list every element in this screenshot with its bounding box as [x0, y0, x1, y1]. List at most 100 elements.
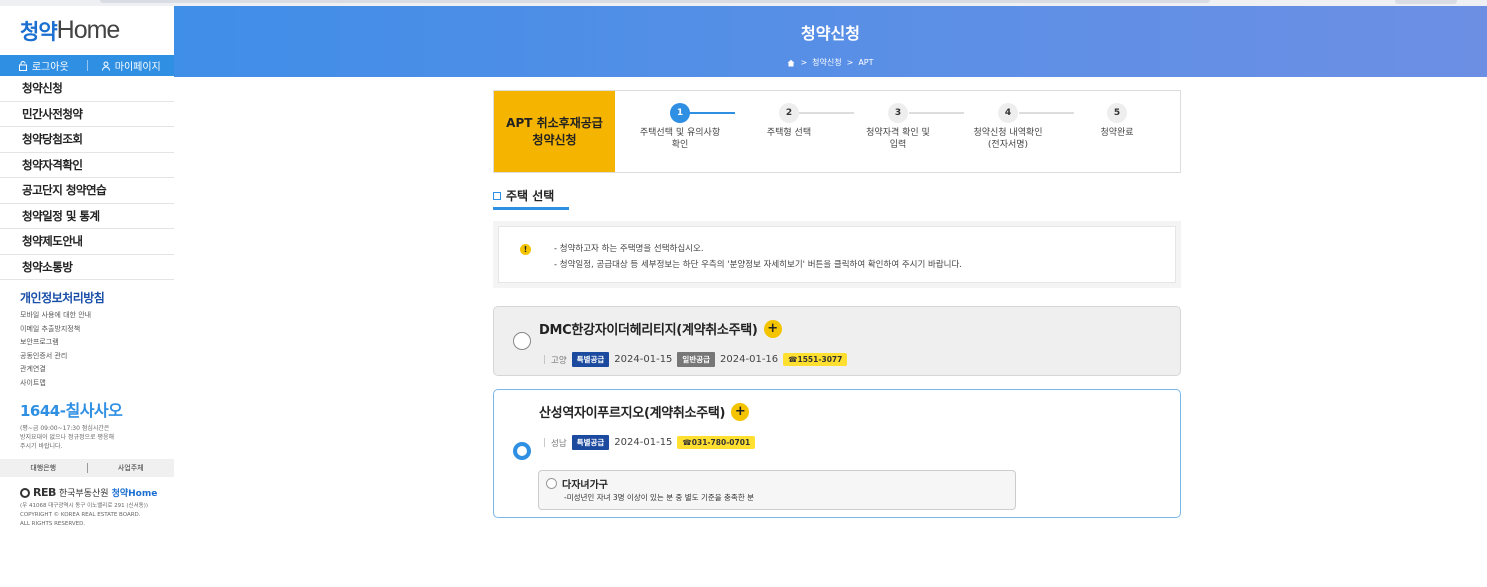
plus-icon[interactable]: +: [731, 402, 750, 421]
call-info-line: 주시기 바랍니다.: [20, 443, 63, 450]
nav-item-pre-sale[interactable]: 민간사전청약: [0, 102, 174, 127]
top-right-button[interactable]: [1395, 0, 1457, 4]
step-4: 4 청약신청 내역확인 (전자서명): [953, 103, 1063, 151]
footer-link-related[interactable]: 관계연결: [20, 363, 174, 377]
step-label: 청약완료: [1062, 127, 1172, 139]
step-label-line: 청약완료: [1100, 128, 1134, 138]
mypage-label: 마이페이지: [114, 62, 161, 73]
step-label-line: 입력: [889, 140, 907, 150]
business-link[interactable]: 사업주체: [88, 463, 175, 473]
apply-type-badge: APT 취소후재공급 청약신청: [494, 91, 615, 172]
reb-org: 한국부동산원: [58, 489, 109, 499]
phone-badge: ☎031-780-0701: [677, 436, 756, 449]
footer-link-security[interactable]: 보안프로그램: [20, 336, 174, 350]
step-1: 1 주택선택 및 유의사항 확인: [625, 103, 735, 151]
sidebar: 청약 Home 로그아웃 마이페이지 청약신청 민간사전청약 청약당첨조회 청약자…: [0, 6, 174, 587]
breadcrumb-item-apply[interactable]: 청약신청: [812, 57, 841, 68]
call-center-info: (평~금 09:00~17:30 점심시간은 방지요대이 없으나 정규정으로 평…: [20, 424, 160, 451]
login-bar: 로그아웃 마이페이지: [0, 55, 174, 76]
supply-option-multichild[interactable]: 다자녀가구 -미성년인 자녀 3명 이상이 있는 분 중 별도 기준을 충족한 …: [538, 470, 1016, 510]
footer-link-mobile[interactable]: 모바일 사용에 대한 안내: [20, 309, 174, 323]
home-icon[interactable]: [787, 59, 795, 67]
section-title: 주택 선택: [493, 187, 554, 204]
badge-line1: APT 취소후재공급: [506, 115, 603, 130]
step-label: 청약자격 확인 및 입력: [843, 127, 953, 151]
main-nav: 청약신청 민간사전청약 청약당첨조회 청약자격확인 공고단지 청약연습 청약일정…: [0, 76, 174, 280]
nav-item-schedule[interactable]: 청약일정 및 통계: [0, 204, 174, 229]
house-region: 고양: [551, 355, 567, 366]
step-number: 1: [670, 103, 690, 123]
nav-item-community[interactable]: 청약소통방: [0, 255, 174, 280]
reb-mark: REB: [33, 486, 56, 499]
bank-link[interactable]: 대행은행: [0, 463, 87, 473]
logo-text: Home: [56, 16, 121, 44]
step-label-line: 주택선택 및 유의사항: [639, 128, 721, 138]
page-title: 청약신청: [801, 24, 860, 43]
footer-link-certificate[interactable]: 공동인증서 관리: [20, 350, 174, 364]
nav-item-practice[interactable]: 공고단지 청약연습: [0, 178, 174, 204]
breadcrumb-item-apt[interactable]: APT: [858, 58, 873, 67]
house-card-sanseong[interactable]: 산성역자이푸르지오(계약취소주택) + | 성남 특별공급 2024-01-15…: [493, 389, 1181, 518]
notice-line: - 청약하고자 하는 주택명을 선택하십시오.: [554, 244, 704, 254]
mypage-button[interactable]: 마이페이지: [88, 58, 175, 73]
general-supply-tag: 일반공급: [677, 352, 716, 367]
step-label-line: 청약신청 내역확인: [973, 128, 1043, 138]
notice-inner: ! - 청약하고자 하는 주택명을 선택하십시오. - 청약일정, 공급대상 등…: [498, 226, 1176, 283]
badge-line2: 청약신청: [532, 132, 577, 147]
lock-icon: [18, 60, 27, 71]
step-label-line: 주택형 선택: [766, 128, 812, 138]
step-number: 3: [888, 103, 908, 123]
house-card-dmc[interactable]: DMC한강자이더헤리티지(계약취소주택) + | 고양 특별공급 2024-01…: [493, 306, 1181, 376]
section-square-icon: [493, 191, 501, 200]
copyright: (우 41068 대구광역시 동구 이노밸리로 291 (신서동)) COPYR…: [20, 502, 160, 529]
special-supply-tag: 특별공급: [571, 352, 610, 367]
privacy-policy-link[interactable]: 개인정보처리방침: [20, 289, 174, 306]
logo-mark: 청약: [20, 19, 58, 44]
house-name: 산성역자이푸르지오(계약취소주택): [539, 406, 726, 421]
call-prefix: 1644-: [20, 402, 66, 420]
partner-links-bar: 대행은행 사업주체: [0, 459, 174, 477]
site-logo[interactable]: 청약 Home: [0, 6, 174, 55]
nav-item-eligibility[interactable]: 청약자격확인: [0, 153, 174, 178]
house-name: DMC한강자이더헤리티지(계약취소주택): [539, 323, 758, 338]
step-2: 2 주택형 선택: [734, 103, 844, 139]
copyright-line: (우 41068 대구광역시 동구 이노밸리로 291 (신서동)): [20, 503, 149, 509]
nav-item-system-guide[interactable]: 청약제도안내: [0, 229, 174, 255]
address-bar[interactable]: [100, 0, 1210, 3]
special-supply-date: 2024-01-15: [614, 354, 673, 365]
call-main: 칠사사오: [65, 401, 123, 420]
step-number: 4: [998, 103, 1018, 123]
user-icon: [101, 61, 110, 71]
house-region: 성남: [551, 438, 567, 449]
step-label: 청약신청 내역확인 (전자서명): [953, 127, 1063, 151]
step-number: 5: [1107, 103, 1127, 123]
step-label: 주택선택 및 유의사항 확인: [625, 127, 735, 151]
house-meta: | 성남 특별공급 2024-01-15 ☎031-780-0701: [543, 435, 756, 450]
option-radio[interactable]: [546, 478, 557, 489]
phone-badge: ☎1551-3077: [783, 353, 848, 366]
plus-icon[interactable]: +: [763, 319, 782, 338]
logout-button[interactable]: 로그아웃: [0, 58, 87, 73]
call-center-number: 1644-칠사사오: [20, 397, 174, 421]
footer-link-email[interactable]: 이메일 추출방지정책: [20, 323, 174, 337]
call-info-line: (평~금 09:00~17:30 점심시간은: [20, 425, 110, 432]
option-description: -미성년인 자녀 3명 이상이 있는 분 중 별도 기준을 충족한 분: [564, 493, 755, 502]
meta-divider: |: [543, 354, 547, 365]
call-info-line: 방지요대이 없으나 정규정으로 평응해: [20, 434, 115, 441]
nav-item-apply[interactable]: 청약신청: [0, 76, 174, 102]
notice-box: ! - 청약하고자 하는 주택명을 선택하십시오. - 청약일정, 공급대상 등…: [493, 221, 1181, 288]
breadcrumb-separator: >: [800, 58, 808, 67]
footer-links: 모바일 사용에 대한 안내 이메일 추출방지정책 보안프로그램 공동인증서 관리…: [20, 309, 174, 390]
page-header: 청약신청 > 청약신청 > APT: [174, 6, 1487, 77]
footer-link-sitemap[interactable]: 사이트맵: [20, 377, 174, 391]
reb-logo: REB 한국부동산원 청약Home: [20, 486, 174, 499]
house-radio[interactable]: [513, 332, 531, 350]
section-underline: [493, 207, 569, 210]
nav-item-winner-check[interactable]: 청약당첨조회: [0, 127, 174, 153]
progress-steps: APT 취소후재공급 청약신청 1 주택선택 및 유의사항 확인 2 주택형 선…: [493, 90, 1181, 173]
reb-circle-icon: [20, 487, 30, 498]
logout-label: 로그아웃: [31, 62, 69, 73]
breadcrumb: > 청약신청 > APT: [174, 57, 1487, 68]
step-number: 2: [779, 103, 799, 123]
house-radio-selected[interactable]: [513, 442, 531, 460]
